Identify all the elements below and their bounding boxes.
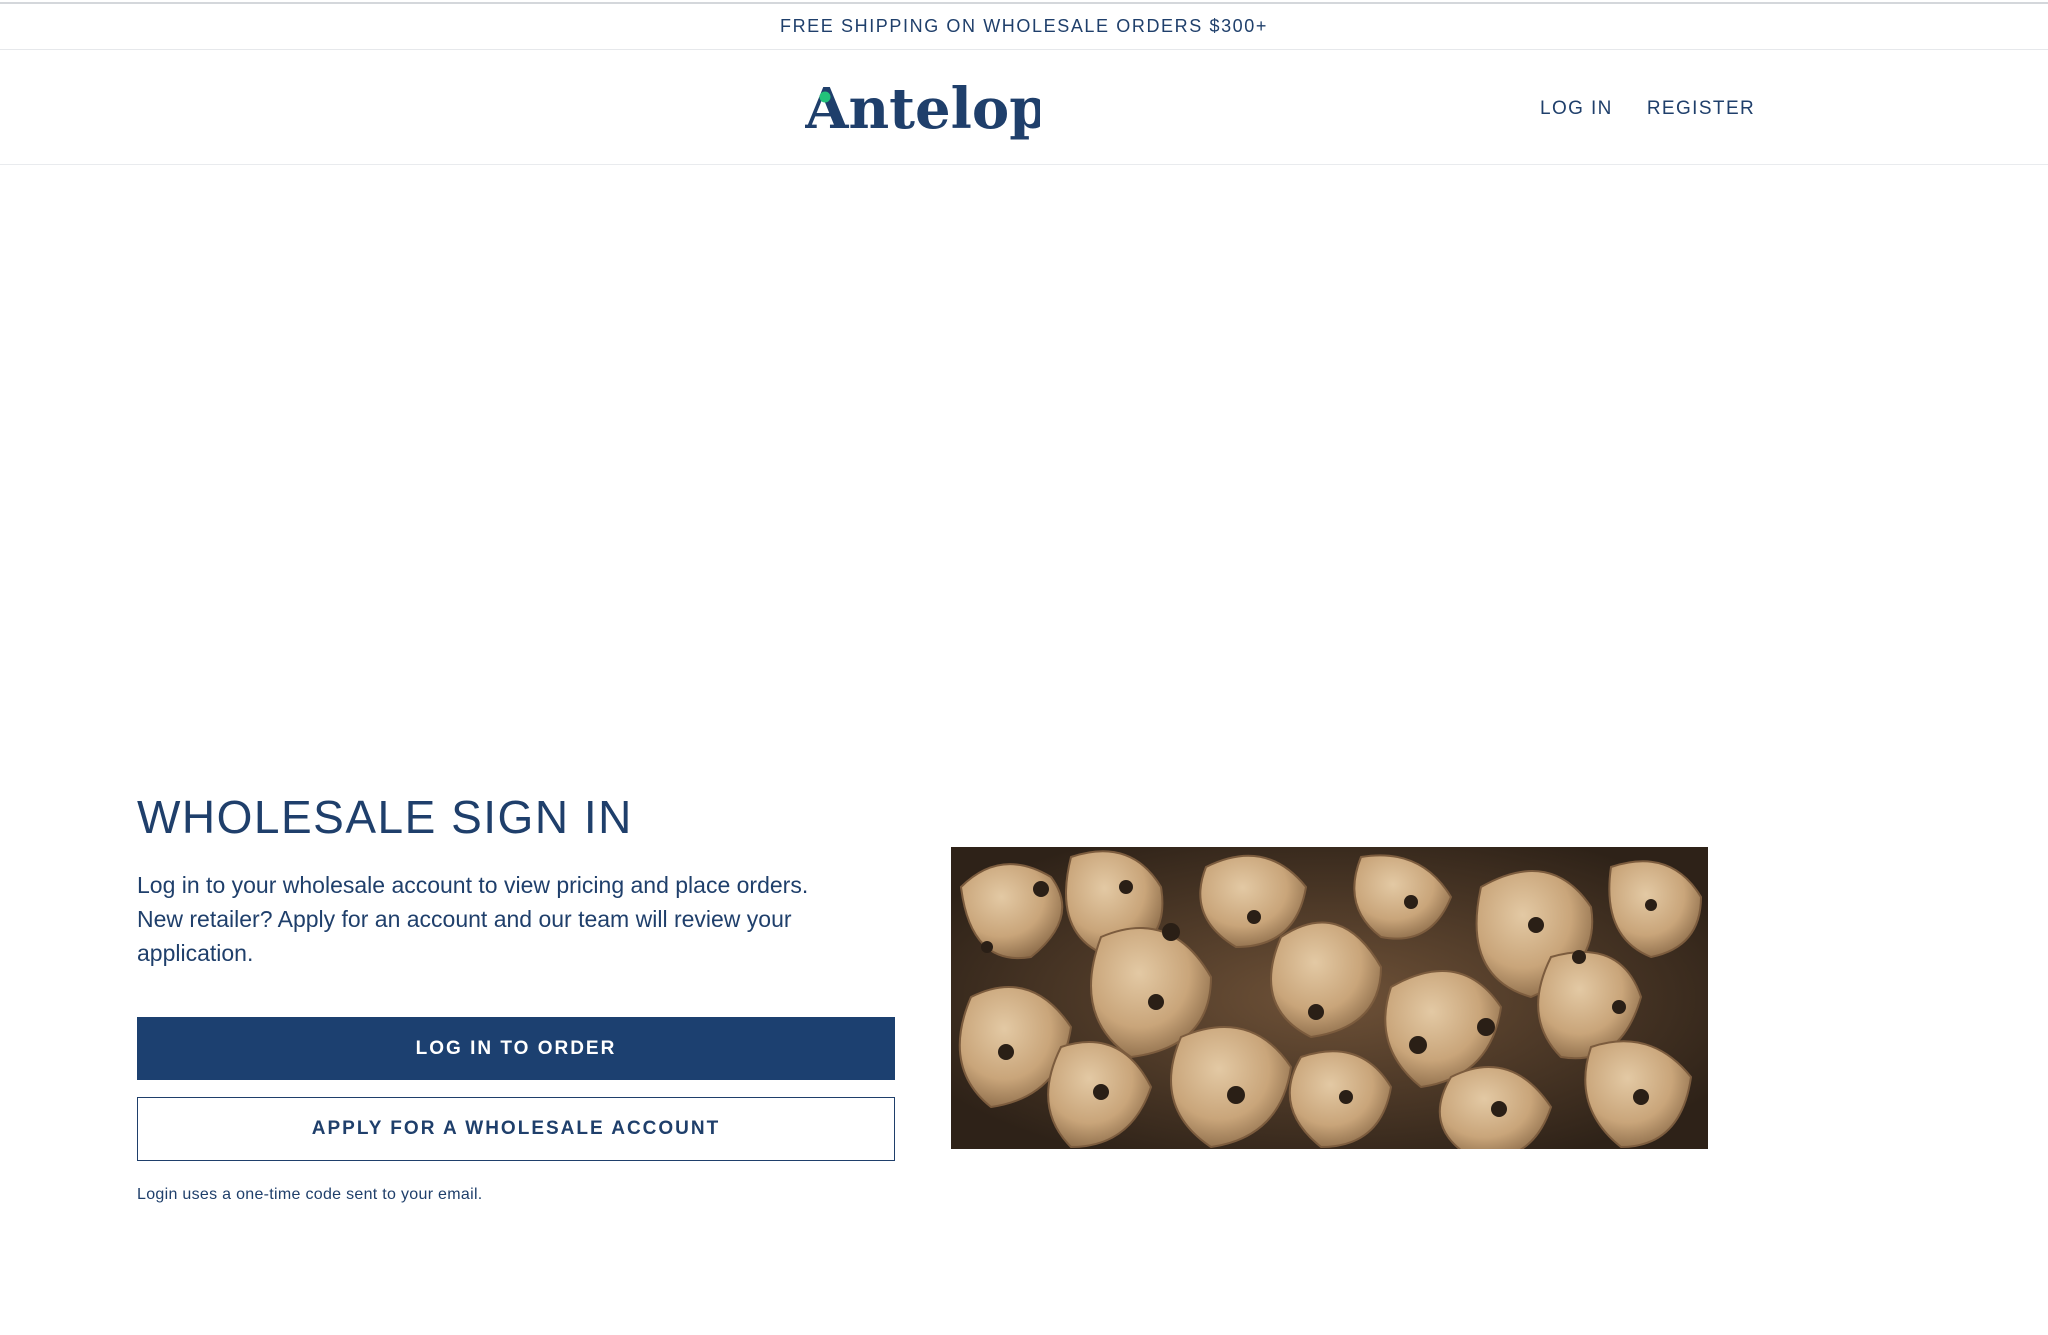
announcement-text: FREE SHIPPING ON WHOLESALE ORDERS $300+ <box>779 16 1269 36</box>
nav-register-link[interactable]: REGISTER <box>1647 98 1755 120</box>
dog-treats-image <box>951 847 1708 1149</box>
login-to-order-label: LOG IN TO ORDER <box>415 1037 617 1059</box>
header-nav: LOG IN REGISTER <box>1540 98 1755 120</box>
nav-login-link[interactable]: LOG IN <box>1540 98 1613 120</box>
logo-green-dot <box>819 91 831 103</box>
site-header: Antelope LOG IN REGISTER <box>0 50 2048 165</box>
login-to-order-button[interactable]: LOG IN TO ORDER <box>137 1017 895 1080</box>
dog-treats-illustration <box>951 847 1708 1149</box>
logo-wordmark: Antelope <box>805 76 1040 142</box>
antelope-logo[interactable]: Antelope <box>805 70 1040 150</box>
intro-text: Log in to your wholesale account to view… <box>137 872 809 966</box>
login-helper-text: Login uses a one-time code sent to your … <box>137 1186 483 1203</box>
wholesale-signin-section: WHOLESALE SIGN IN Log in to your wholesa… <box>137 790 895 1204</box>
page-title: WHOLESALE SIGN IN <box>137 791 633 843</box>
apply-wholesale-account-button[interactable]: APPLY FOR A WHOLESALE ACCOUNT <box>137 1097 895 1161</box>
announcement-bar: FREE SHIPPING ON WHOLESALE ORDERS $300+ <box>0 4 2048 50</box>
apply-wholesale-account-label: APPLY FOR A WHOLESALE ACCOUNT <box>311 1118 721 1139</box>
